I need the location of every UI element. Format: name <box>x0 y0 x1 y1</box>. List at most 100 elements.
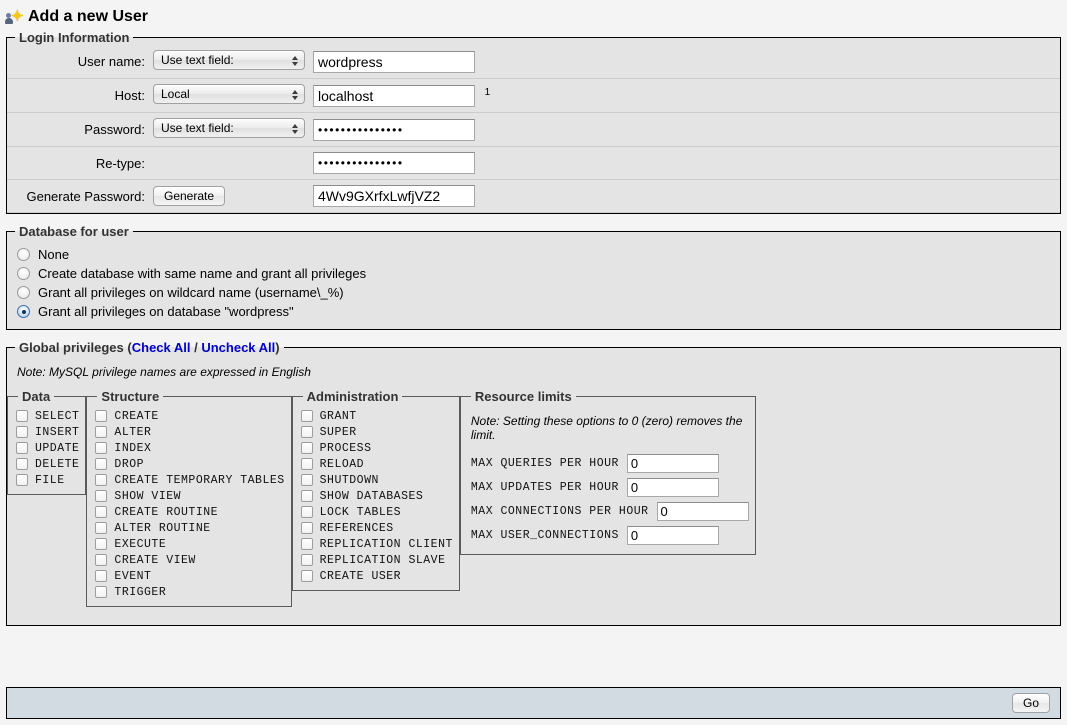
radio-icon[interactable] <box>17 286 30 299</box>
checkbox-icon[interactable] <box>95 474 108 486</box>
login-information-fieldset: Login Information User name: Use text fi… <box>6 30 1061 214</box>
checkbox-icon[interactable] <box>300 474 313 486</box>
radio-icon-selected[interactable] <box>17 305 30 318</box>
privilege-replication-client[interactable]: REPLICATION CLIENT <box>299 536 453 552</box>
uncheck-all-link[interactable]: Uncheck All <box>201 340 275 355</box>
privilege-label: SHOW DATABASES <box>319 489 424 503</box>
database-for-user-fieldset: Database for user None Create database w… <box>6 224 1061 330</box>
checkbox-icon[interactable] <box>16 474 28 486</box>
radio-option-wildcard-name[interactable]: Grant all privileges on wildcard name (u… <box>11 283 1060 302</box>
checkbox-icon[interactable] <box>16 442 28 454</box>
checkbox-icon[interactable] <box>95 490 108 502</box>
privilege-create-user[interactable]: CREATE USER <box>299 568 453 584</box>
privilege-alter[interactable]: ALTER <box>93 424 284 440</box>
global-privileges-fieldset: Global privileges (Check All / Uncheck A… <box>6 340 1061 626</box>
privilege-index[interactable]: INDEX <box>93 440 284 456</box>
legend-separator: / <box>190 340 202 355</box>
privilege-create-temporary-tables[interactable]: CREATE TEMPORARY TABLES <box>93 472 284 488</box>
privilege-process[interactable]: PROCESS <box>299 440 453 456</box>
radio-icon[interactable] <box>17 267 30 280</box>
checkbox-icon[interactable] <box>95 570 108 582</box>
privilege-label: INDEX <box>114 441 152 455</box>
generated-password-input[interactable] <box>313 185 475 207</box>
checkbox-icon[interactable] <box>300 410 313 422</box>
go-button[interactable]: Go <box>1011 693 1050 713</box>
checkbox-icon[interactable] <box>300 554 313 566</box>
privilege-execute[interactable]: EXECUTE <box>93 536 284 552</box>
privilege-create-routine[interactable]: CREATE ROUTINE <box>93 504 284 520</box>
radio-option-none[interactable]: None <box>11 245 1060 264</box>
retype-password-input[interactable] <box>313 152 475 174</box>
privilege-label: SHUTDOWN <box>319 473 379 487</box>
table-row-generate-password: Generate Password: Generate <box>7 179 1060 213</box>
password-mode-select[interactable]: Use text field: <box>153 118 305 138</box>
privilege-label: DELETE <box>35 457 80 471</box>
host-mode-select-value: Local <box>161 87 190 101</box>
checkbox-icon[interactable] <box>95 410 108 422</box>
resource-row-max-updates-per-hour: MAX UPDATES PER HOUR <box>467 476 749 500</box>
privilege-lock-tables[interactable]: LOCK TABLES <box>299 504 453 520</box>
max-queries-per-hour-input[interactable] <box>626 454 719 473</box>
privilege-file[interactable]: FILE <box>14 472 79 488</box>
privilege-show-databases[interactable]: SHOW DATABASES <box>299 488 453 504</box>
privilege-show-view[interactable]: SHOW VIEW <box>93 488 284 504</box>
max-connections-per-hour-input[interactable] <box>656 502 749 521</box>
checkbox-icon[interactable] <box>95 442 108 454</box>
username-mode-select[interactable]: Use text field: <box>153 50 305 70</box>
privilege-references[interactable]: REFERENCES <box>299 520 453 536</box>
privilege-select[interactable]: SELECT <box>14 408 79 424</box>
checkbox-icon[interactable] <box>300 490 313 502</box>
username-input[interactable] <box>313 50 475 73</box>
privilege-insert[interactable]: INSERT <box>14 424 79 440</box>
password-input[interactable] <box>313 118 475 141</box>
host-mode-select[interactable]: Local <box>153 84 305 104</box>
privilege-event[interactable]: EVENT <box>93 568 284 584</box>
privilege-update[interactable]: UPDATE <box>14 440 79 456</box>
privilege-create-view[interactable]: CREATE VIEW <box>93 552 284 568</box>
checkbox-icon[interactable] <box>95 554 108 566</box>
privilege-alter-routine[interactable]: ALTER ROUTINE <box>93 520 284 536</box>
host-input[interactable] <box>313 84 475 107</box>
resource-label: MAX UPDATES PER HOUR <box>470 481 619 494</box>
checkbox-icon[interactable] <box>300 458 313 470</box>
privilege-trigger[interactable]: TRIGGER <box>93 584 284 600</box>
radio-option-grant-on-database[interactable]: Grant all privileges on database "wordpr… <box>11 302 1060 321</box>
privilege-super[interactable]: SUPER <box>299 424 453 440</box>
privilege-reload[interactable]: RELOAD <box>299 456 453 472</box>
host-label: Host: <box>7 78 149 113</box>
checkbox-icon[interactable] <box>95 426 108 438</box>
password-select-cell: Use text field: <box>149 112 309 147</box>
privilege-grant[interactable]: GRANT <box>299 408 453 424</box>
table-row-host: Host: Local 1 <box>7 78 1060 113</box>
check-all-link[interactable]: Check All <box>132 340 191 355</box>
checkbox-icon[interactable] <box>300 538 313 550</box>
privilege-drop[interactable]: DROP <box>93 456 284 472</box>
checkbox-icon[interactable] <box>95 522 108 534</box>
checkbox-icon[interactable] <box>300 442 313 454</box>
max-user-connections-input[interactable] <box>626 526 719 545</box>
privilege-group-data: Data SELECT INSERT UPDATE DELETE FILE <box>7 389 87 495</box>
privilege-delete[interactable]: DELETE <box>14 456 79 472</box>
checkbox-icon[interactable] <box>300 506 313 518</box>
privilege-label: CREATE USER <box>319 569 402 583</box>
checkbox-icon[interactable] <box>95 506 108 518</box>
generate-button[interactable]: Generate <box>153 186 226 206</box>
radio-icon[interactable] <box>17 248 30 261</box>
checkbox-icon[interactable] <box>16 458 28 470</box>
privilege-replication-slave[interactable]: REPLICATION SLAVE <box>299 552 453 568</box>
checkbox-icon[interactable] <box>300 570 313 582</box>
privilege-create[interactable]: CREATE <box>93 408 284 424</box>
max-updates-per-hour-input[interactable] <box>626 478 719 497</box>
checkbox-icon[interactable] <box>95 586 108 598</box>
checkbox-icon[interactable] <box>300 522 313 534</box>
checkbox-icon[interactable] <box>95 538 108 550</box>
checkbox-icon[interactable] <box>300 426 313 438</box>
checkbox-icon[interactable] <box>16 410 28 422</box>
privilege-shutdown[interactable]: SHUTDOWN <box>299 472 453 488</box>
resource-limits-legend: Resource limits <box>474 389 572 404</box>
password-mode-select-value: Use text field: <box>161 121 234 135</box>
checkbox-icon[interactable] <box>16 426 28 438</box>
radio-option-create-database-same-name[interactable]: Create database with same name and grant… <box>11 264 1060 283</box>
privilege-label: TRIGGER <box>114 585 167 599</box>
checkbox-icon[interactable] <box>95 458 108 470</box>
